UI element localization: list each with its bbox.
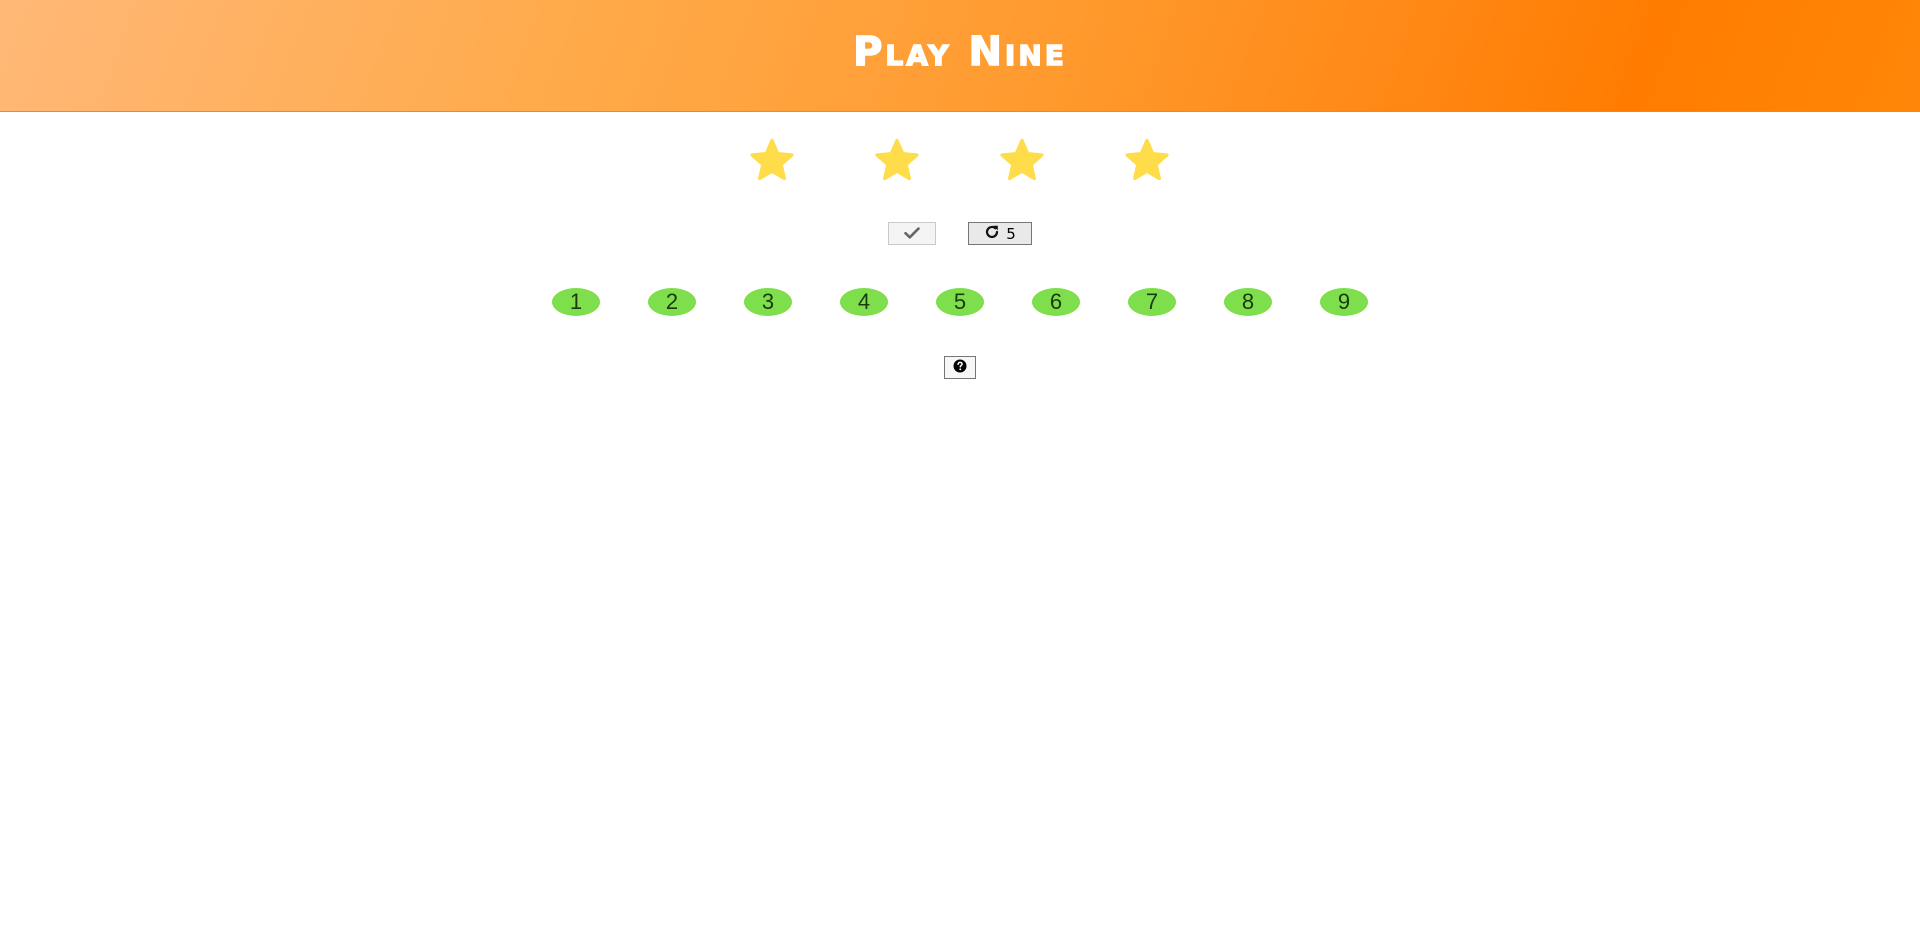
number-button-2[interactable]: 2: [648, 288, 696, 316]
number-button-8[interactable]: 8: [1224, 288, 1272, 316]
number-button-1[interactable]: 1: [552, 288, 600, 316]
stars-frame: [0, 138, 1920, 188]
star-icon: [1123, 138, 1171, 184]
question-circle-icon: [953, 359, 967, 377]
number-button-5[interactable]: 5: [936, 288, 984, 316]
number-button-6[interactable]: 6: [1032, 288, 1080, 316]
number-button-9[interactable]: 9: [1320, 288, 1368, 316]
check-button[interactable]: [888, 222, 936, 245]
check-icon: [904, 225, 920, 243]
number-button-4[interactable]: 4: [840, 288, 888, 316]
help-button[interactable]: [944, 356, 976, 379]
star-icon: [873, 138, 921, 184]
redraw-button[interactable]: 5: [968, 222, 1032, 245]
controls-row: 5: [0, 222, 1920, 246]
star-icon: [998, 138, 1046, 184]
redo-icon: [984, 224, 1000, 244]
redraw-count: 5: [1006, 224, 1016, 243]
number-button-7[interactable]: 7: [1128, 288, 1176, 316]
header-banner: Play Nine: [0, 0, 1920, 112]
star-icon: [748, 138, 796, 184]
numbers-frame: 1 2 3 4 5 6 7 8 9: [0, 288, 1920, 318]
page-title: Play Nine: [852, 28, 1067, 76]
number-button-3[interactable]: 3: [744, 288, 792, 316]
